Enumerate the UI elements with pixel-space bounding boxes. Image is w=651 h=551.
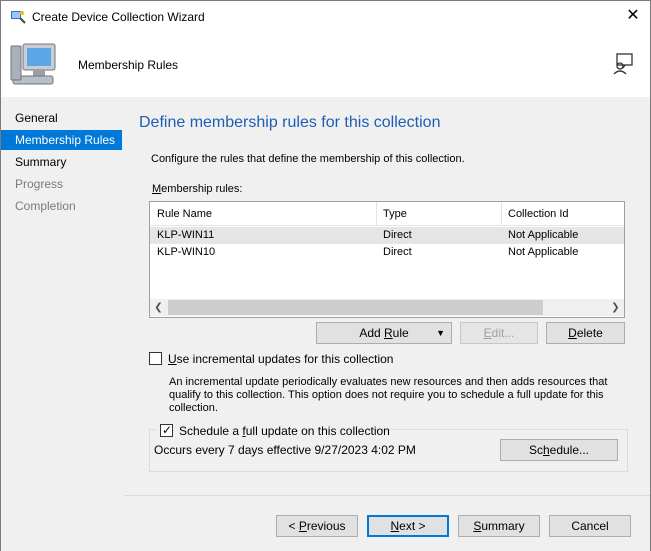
accel-key: P [298, 519, 307, 533]
scroll-right-icon[interactable]: ❯ [607, 299, 624, 316]
content-panel: Define membership rules for this collect… [124, 97, 650, 495]
nav-item-completion: Completion [15, 199, 76, 213]
delete-button[interactable]: Delete [546, 322, 625, 344]
checkmark-icon: ✓ [162, 423, 173, 437]
scroll-left-icon[interactable]: ❮ [150, 299, 167, 316]
button-text: < [288, 519, 299, 533]
list-header: Rule Name Type Collection Id [150, 202, 624, 226]
dropdown-arrow-icon: ▼ [436, 328, 445, 338]
window-title: Create Device Collection Wizard [32, 10, 205, 24]
incremental-updates-label[interactable]: Use incremental updates for this collect… [168, 352, 393, 366]
section-heading: Define membership rules for this collect… [139, 114, 441, 131]
membership-rules-label: Membership rules: [152, 183, 243, 195]
cancel-button[interactable]: Cancel [549, 515, 631, 537]
cell-rule-name: KLP-WIN11 [157, 229, 215, 241]
close-icon[interactable]: ✕ [621, 5, 645, 27]
button-text: ummary [481, 519, 525, 533]
wizard-app-icon [11, 11, 26, 24]
column-rule-name[interactable]: Rule Name [150, 202, 376, 226]
accel-key: E [483, 326, 492, 340]
label-text: embership rules: [161, 183, 243, 195]
nav-item-progress: Progress [15, 177, 64, 191]
wizard-window: Create Device Collection Wizard ✕ Member… [0, 0, 651, 551]
cell-collection-id: Not Applicable [508, 246, 579, 258]
feedback-icon[interactable] [611, 52, 635, 76]
wizard-footer: < Previous Next > Summary Cancel [124, 496, 650, 551]
label-text: se incremental updates for this collecti… [176, 352, 394, 366]
previous-button[interactable]: < Previous [276, 515, 358, 537]
incremental-updates-note: An incremental update periodically evalu… [169, 376, 608, 414]
schedule-summary: Occurs every 7 days effective 9/27/2023 … [154, 443, 416, 457]
accel-key: U [168, 352, 177, 366]
button-text: Add [359, 326, 384, 340]
accel-key: D [568, 326, 577, 340]
scrollbar-thumb[interactable] [168, 300, 543, 315]
horizontal-scrollbar[interactable]: ❮ ❯ [150, 299, 624, 316]
cell-collection-id: Not Applicable [508, 229, 579, 241]
accel-key: R [384, 326, 393, 340]
wizard-navigation: General Membership Rules Summary Progres… [1, 97, 124, 551]
cell-rule-name: KLP-WIN10 [157, 246, 216, 258]
edit-button[interactable]: Edit... [460, 322, 538, 344]
nav-item-general: General [15, 111, 58, 125]
membership-rules-list[interactable]: Rule Name Type Collection Id KLP-WIN11 D… [149, 201, 625, 318]
button-text: dit... [491, 326, 515, 340]
summary-button[interactable]: Summary [458, 515, 540, 537]
title-bar: Create Device Collection Wizard ✕ [1, 1, 650, 32]
computer-icon [10, 43, 56, 85]
next-button[interactable]: Next > [367, 515, 449, 537]
button-text: edule... [549, 443, 590, 457]
button-text: revious [306, 519, 346, 533]
cell-type: Direct [383, 229, 412, 241]
column-type[interactable]: Type [376, 202, 501, 226]
button-text: ule [392, 326, 409, 340]
section-description: Configure the rules that define the memb… [151, 153, 465, 165]
nav-item-membership-rules: Membership Rules [1, 130, 122, 150]
schedule-full-update-checkbox[interactable]: ✓ [160, 423, 173, 437]
page-header: Membership Rules [1, 32, 650, 97]
accel-key: N [390, 519, 400, 533]
button-text: elete [576, 326, 603, 340]
accel-key: h [542, 443, 550, 457]
table-row[interactable]: KLP-WIN11 Direct Not Applicable [150, 227, 624, 244]
cell-type: Direct [383, 246, 412, 258]
button-text: Sc [528, 443, 543, 457]
label-text: Schedule a [179, 424, 243, 438]
nav-item-summary: Summary [15, 155, 67, 169]
label-text: ull update on this collection [245, 424, 390, 438]
incremental-updates-checkbox[interactable] [149, 352, 162, 365]
accel-key: M [152, 183, 162, 195]
button-text: ext > [399, 519, 426, 533]
column-collection-id[interactable]: Collection Id [501, 202, 624, 226]
schedule-button[interactable]: Schedule... [500, 439, 618, 461]
page-title: Membership Rules [78, 58, 179, 72]
schedule-full-update-label[interactable]: Schedule a full update on this collectio… [179, 424, 390, 438]
table-row[interactable]: KLP-WIN10 Direct Not Applicable [150, 244, 624, 261]
add-rule-button[interactable]: Add Rule ▼ [316, 322, 452, 344]
